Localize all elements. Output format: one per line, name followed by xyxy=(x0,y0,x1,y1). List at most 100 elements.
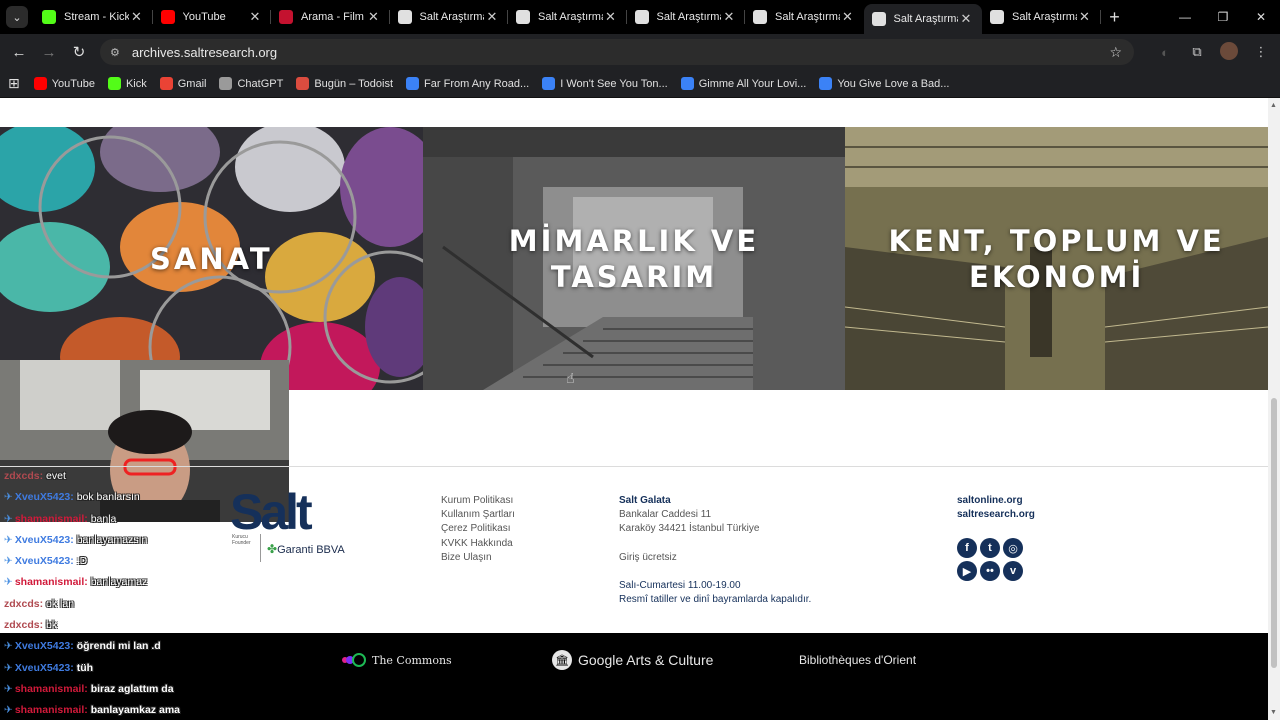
vimeo-icon[interactable]: v xyxy=(1003,561,1023,581)
extensions-icon[interactable]: ⧉ xyxy=(1186,44,1208,60)
address-bar[interactable]: ⚙ archives.saltresearch.org ☆ xyxy=(100,39,1134,65)
browser-tab[interactable]: Salt Araştırma ✕ xyxy=(982,0,1101,34)
footer-link[interactable]: Kullanım Şartları xyxy=(441,508,515,522)
footer-link[interactable]: Çerez Politikası xyxy=(441,522,515,536)
bookmark-item[interactable]: I Won't See You Ton... xyxy=(542,77,668,90)
apps-icon[interactable]: ⊞ xyxy=(8,75,20,92)
url-text: archives.saltresearch.org xyxy=(131,44,278,60)
the-commons-logo[interactable]: The Commons xyxy=(342,653,452,667)
tile-sanat[interactable]: SANAT xyxy=(0,127,423,390)
reload-icon[interactable]: ↻ xyxy=(64,43,94,61)
bookmark-page-icon xyxy=(542,77,556,90)
browser-tab[interactable]: Arama - Film ✕ xyxy=(271,0,390,34)
bookmark-item[interactable]: You Give Love a Bad... xyxy=(819,77,949,90)
chat-text: tüh xyxy=(76,661,94,674)
facebook-icon[interactable]: f xyxy=(957,538,977,558)
kick-icon xyxy=(42,10,56,24)
tab-title: Salt Araştırma xyxy=(893,13,959,25)
profile-avatar[interactable] xyxy=(1218,41,1240,63)
chat-badge-icon: ✈ xyxy=(4,640,13,653)
tile-label-sanat: SANAT xyxy=(150,241,273,276)
google-arts-culture-logo[interactable]: 🏛 Google Arts & Culture xyxy=(552,650,713,670)
instagram-icon[interactable]: ◎ xyxy=(1003,538,1023,558)
menu-icon[interactable]: ⋮ xyxy=(1250,44,1272,60)
browser-tab[interactable]: Stream - Kick ✕ xyxy=(34,0,153,34)
hand-cursor-icon: ☝ xyxy=(566,370,575,386)
page-scrollbar[interactable]: ▲ ▼ xyxy=(1268,98,1280,720)
chat-username: shamanismail xyxy=(14,512,85,525)
browser-tab[interactable]: Salt Araştırma ✕ xyxy=(627,0,745,34)
location-name: Salt Galata xyxy=(619,495,671,506)
close-tab-icon[interactable]: ✕ xyxy=(247,9,263,25)
chat-text: biraz aglattım da xyxy=(90,682,174,695)
flickr-icon[interactable]: •• xyxy=(980,561,1000,581)
chat-username: XveuX5423 xyxy=(14,555,71,568)
chat-username: zdxcds xyxy=(4,619,40,632)
maximize-icon[interactable]: ❐ xyxy=(1204,0,1242,34)
browser-tab[interactable]: Salt Araştırma ✕ xyxy=(508,0,627,34)
browser-tab[interactable]: Salt Araştırma ✕ xyxy=(390,0,508,34)
scrollbar-thumb[interactable] xyxy=(1271,398,1277,668)
bookmark-label: YouTube xyxy=(51,77,95,90)
close-tab-icon[interactable]: ✕ xyxy=(129,9,145,25)
chat-badge-icon: ✈ xyxy=(4,555,13,568)
bibliotheques-orient-logo[interactable]: Bibliothèques d'Orient xyxy=(799,653,916,667)
bookmark-item[interactable]: Far From Any Road... xyxy=(406,77,529,90)
bookmark-item[interactable]: ChatGPT xyxy=(219,77,283,90)
opening-hours: Salı-Cumartesi 11.00-19.00 xyxy=(619,579,741,591)
chat-message: ✈ shamanismail: banlayamaz xyxy=(4,572,264,593)
kick-icon xyxy=(107,77,121,90)
scroll-down-icon[interactable]: ▼ xyxy=(1270,709,1277,716)
chat-message: ✈ shamanismail: biraz aglattım da xyxy=(4,679,264,700)
chat-message: ✈ shamanismail: banla xyxy=(4,509,264,530)
close-tab-icon[interactable]: ✕ xyxy=(958,11,974,27)
chatgpt-icon xyxy=(219,77,233,90)
bookmark-item[interactable]: Gmail xyxy=(159,77,207,90)
close-tab-icon[interactable]: ✕ xyxy=(840,9,856,25)
social-icons: f t ◎ ▶ •• v xyxy=(957,538,1023,581)
footer-link[interactable]: Bize Ulaşın xyxy=(441,551,515,565)
tile-mimarlik-tasarim[interactable]: MİMARLIK VE TASARIM xyxy=(422,127,846,390)
close-tab-icon[interactable]: ✕ xyxy=(366,9,382,25)
close-tab-icon[interactable]: ✕ xyxy=(1077,9,1093,25)
browser-toolbar: ← → ↻ ⚙ archives.saltresearch.org ☆ ◐ ⧉ … xyxy=(0,34,1280,70)
bookmark-item[interactable]: Kick xyxy=(107,77,147,90)
twitter-icon[interactable]: t xyxy=(980,538,1000,558)
close-tab-icon[interactable]: ✕ xyxy=(721,9,737,25)
close-tab-icon[interactable]: ✕ xyxy=(603,9,619,25)
new-tab-button[interactable]: + xyxy=(1101,7,1129,28)
bookmark-item[interactable]: Gimme All Your Lovi... xyxy=(680,77,806,90)
forward-icon[interactable]: → xyxy=(34,44,64,61)
chat-username: XveuX5423 xyxy=(14,491,71,504)
site-info-icon[interactable]: ⚙ xyxy=(110,46,120,59)
back-icon[interactable]: ← xyxy=(4,44,34,61)
address-line-1: Bankalar Caddesi 11 xyxy=(619,509,712,521)
minimize-icon[interactable]: — xyxy=(1166,0,1204,34)
toolbar-actions: ◐ ⧉ ⋮ xyxy=(1154,34,1272,70)
saltresearch-link[interactable]: saltresearch.org xyxy=(957,508,1035,522)
footer-link[interactable]: Kurum Politikası xyxy=(441,494,515,508)
footer-link[interactable]: KVKK Hakkında xyxy=(441,537,515,551)
bookmark-label: Gmail xyxy=(177,77,207,90)
tab-search-button[interactable]: ⌄ xyxy=(0,0,34,34)
close-window-icon[interactable]: ✕ xyxy=(1242,0,1280,34)
bookmark-item[interactable]: Bugün – Todoist xyxy=(296,77,393,90)
cast-icon[interactable]: ◐ xyxy=(1154,45,1176,60)
tile-kent-toplum[interactable]: KENT, TOPLUM VE EKONOMİ xyxy=(845,127,1268,390)
entry-info: Giriş ücretsiz xyxy=(619,551,677,563)
bookmark-item[interactable]: YouTube xyxy=(33,77,95,90)
chat-text: bok banlarsın xyxy=(76,491,140,504)
scroll-up-icon[interactable]: ▲ xyxy=(1270,102,1277,109)
browser-tab[interactable]: YouTube ✕ xyxy=(153,0,271,34)
close-tab-icon[interactable]: ✕ xyxy=(484,9,500,25)
bookmark-star-icon[interactable]: ☆ xyxy=(1109,44,1122,61)
browser-tab[interactable]: Salt Araştırma ✕ xyxy=(745,0,864,34)
saltonline-link[interactable]: saltonline.org xyxy=(957,494,1035,508)
chevron-down-icon: ⌄ xyxy=(6,6,28,28)
commons-dots-icon xyxy=(342,653,366,667)
chat-message: zdxcds: evet xyxy=(4,466,264,487)
chat-badge-icon: ✈ xyxy=(4,491,13,504)
youtube-icon[interactable]: ▶ xyxy=(957,561,977,581)
tab-title: Salt Araştırma xyxy=(656,11,722,23)
browser-tab[interactable]: Salt Araştırma ✕ xyxy=(863,4,982,34)
